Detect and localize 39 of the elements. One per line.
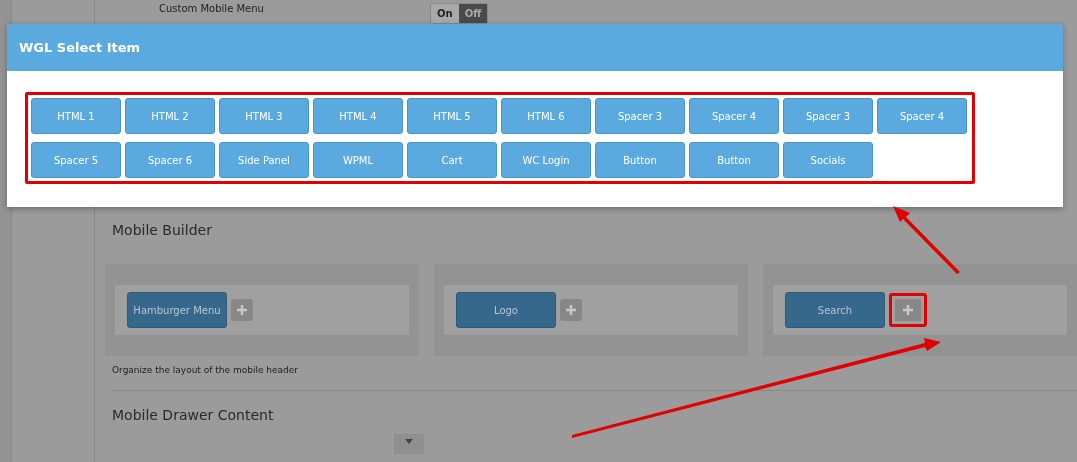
- annotation-arrow: [893, 206, 961, 275]
- builder-item[interactable]: Logo: [456, 292, 556, 328]
- item-button[interactable]: HTML 6: [501, 98, 591, 134]
- caret-icon: [405, 438, 413, 444]
- item-button[interactable]: Button: [689, 142, 779, 178]
- toggle-option[interactable]: On: [431, 4, 459, 23]
- item-button[interactable]: HTML 1: [31, 98, 121, 134]
- plus-icon: [565, 304, 577, 316]
- item-button[interactable]: Socials: [783, 142, 873, 178]
- dropdown-caret[interactable]: [394, 433, 424, 454]
- section-title: Mobile Drawer Content: [112, 405, 275, 425]
- item-button[interactable]: Cart: [407, 142, 497, 178]
- item-button[interactable]: Spacer 3: [783, 98, 873, 134]
- plus-icon: [236, 304, 248, 316]
- plus-icon: [902, 304, 914, 316]
- item-button[interactable]: HTML 4: [313, 98, 403, 134]
- item-button[interactable]: Spacer 3: [595, 98, 685, 134]
- setting-label: Custom Mobile Menu: [159, 2, 265, 16]
- add-button[interactable]: [231, 299, 253, 321]
- item-button[interactable]: Spacer 4: [877, 98, 967, 134]
- on-off-toggle[interactable]: On Off: [430, 3, 489, 24]
- section-title: Mobile Builder: [112, 221, 213, 240]
- add-button[interactable]: [560, 299, 582, 321]
- item-button[interactable]: HTML 3: [219, 98, 309, 134]
- builder-item[interactable]: Search: [785, 292, 885, 328]
- item-button[interactable]: WPML: [313, 142, 403, 178]
- item-button[interactable]: HTML 2: [125, 98, 215, 134]
- item-button[interactable]: Spacer 4: [689, 98, 779, 134]
- hint-text: Organize the layout of the mobile header: [112, 364, 299, 377]
- item-button[interactable]: Spacer 6: [125, 142, 215, 178]
- item-button[interactable]: Spacer 5: [31, 142, 121, 178]
- item-button[interactable]: HTML 5: [407, 98, 497, 134]
- modal-title: WGL Select Item: [19, 38, 141, 57]
- item-button[interactable]: Button: [595, 142, 685, 178]
- add-button[interactable]: [889, 293, 927, 327]
- item-button[interactable]: WC Login: [501, 142, 591, 178]
- builder-item[interactable]: Hamburger Menu: [127, 292, 227, 328]
- toggle-option[interactable]: Off: [458, 4, 488, 23]
- item-button[interactable]: Side Panel: [219, 142, 309, 178]
